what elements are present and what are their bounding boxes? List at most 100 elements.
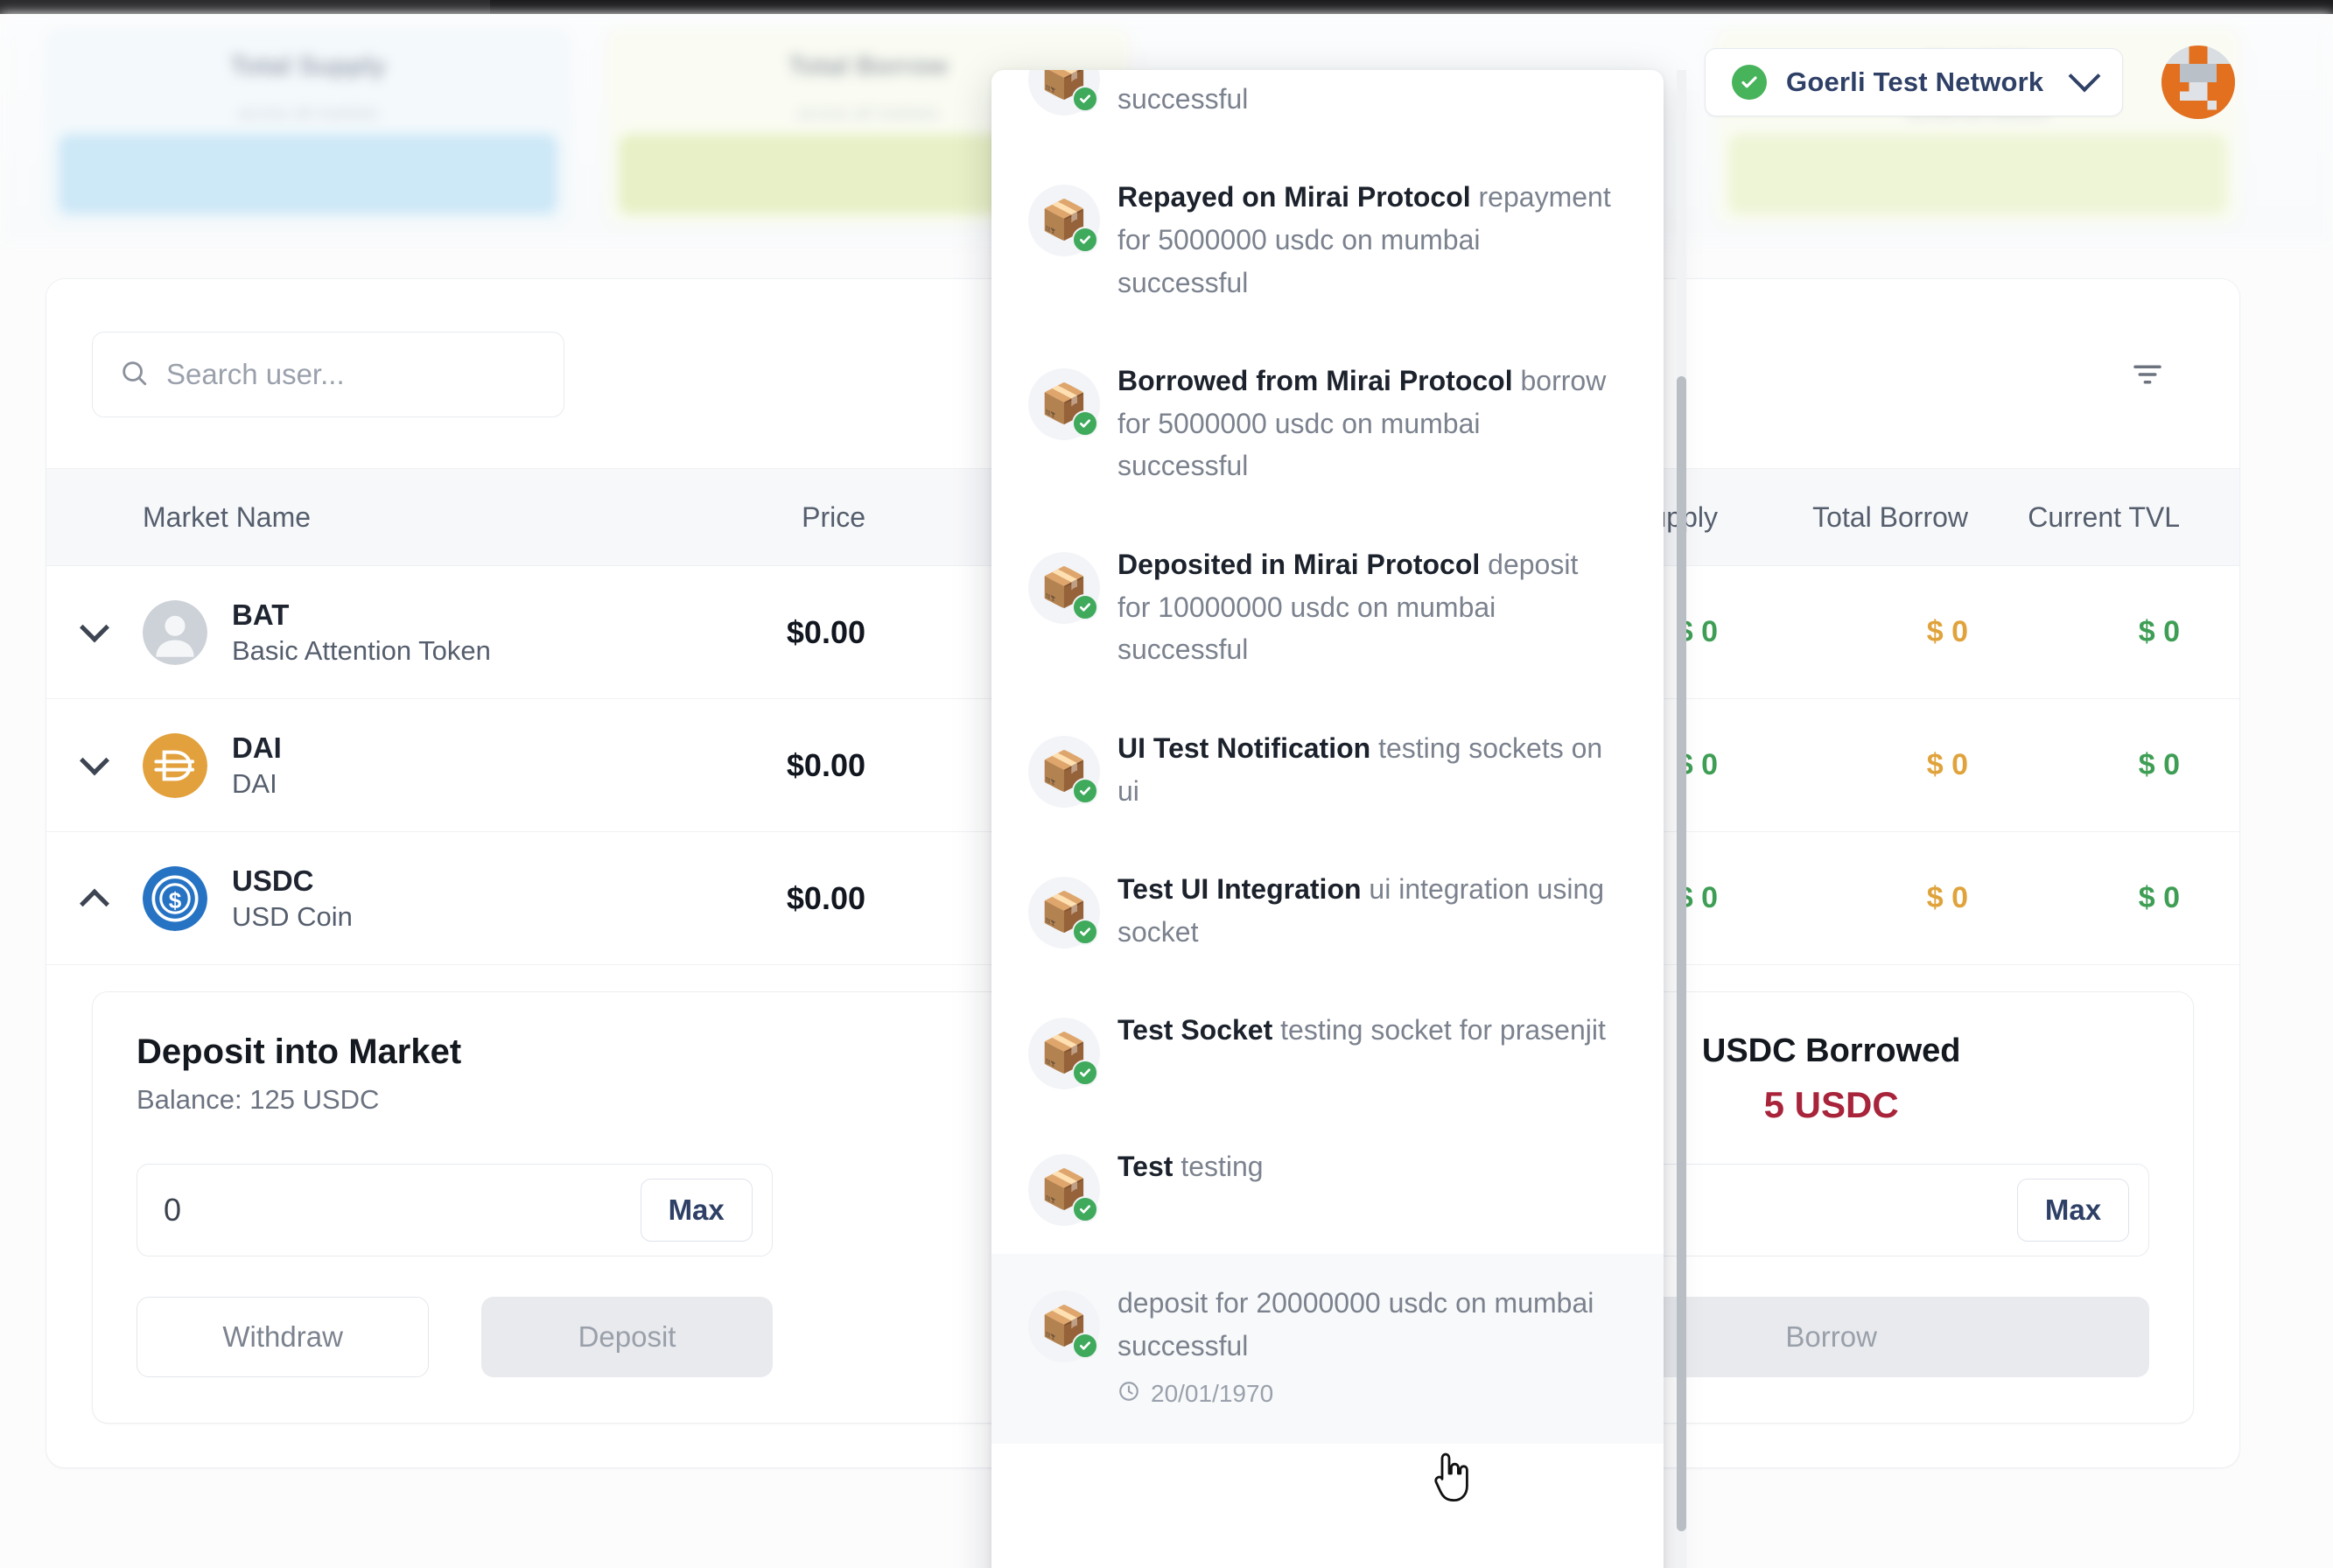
deposit-max-button[interactable]: Max (640, 1179, 753, 1242)
withdraw-button[interactable]: Withdraw (137, 1297, 430, 1377)
network-selector[interactable]: Goerli Test Network (1705, 48, 2123, 116)
notification-timestamp: 20/01/1970 (1151, 1380, 1274, 1408)
market-symbol: USDC (232, 864, 314, 897)
notification-body: Test Socket testing socket for prasenjit (1117, 1009, 1615, 1089)
notifications-dropdown[interactable]: 📦 for 5000000 usdc on mumbai successful … (991, 70, 1664, 1568)
cell-total-borrow: $ 0 (1926, 748, 1968, 781)
market-name: USD Coin (232, 900, 353, 932)
market-cell-dai: DAI DAI (143, 730, 606, 802)
chevron-down-icon (2068, 60, 2101, 93)
notification-title: Test Socket (1117, 1014, 1273, 1046)
row-expand-toggle-bat[interactable] (46, 566, 143, 698)
notification-title: Borrowed from Mirai Protocol (1117, 365, 1513, 397)
hero-card-subtitle: across all markets (237, 104, 379, 123)
user-avatar[interactable] (2161, 46, 2235, 119)
notification-body: deposit for 20000000 usdc on mumbai succ… (1117, 1282, 1615, 1408)
svg-text:$: $ (169, 886, 182, 913)
deposit-header: Deposit into Market Balance: 125 USDC (137, 1032, 773, 1127)
deposit-title-group: Deposit into Market Balance: 125 USDC (137, 1032, 461, 1116)
chevron-down-icon (80, 612, 109, 642)
market-label-group: DAI DAI (232, 730, 282, 802)
search-icon (119, 358, 149, 392)
hero-card-bar (59, 134, 557, 214)
bat-token-icon (143, 599, 207, 665)
deposit-button[interactable]: Deposit (481, 1297, 773, 1377)
notifications-scrollbar-thumb[interactable] (1677, 376, 1686, 1531)
notification-title: UI Test Notification (1117, 732, 1371, 764)
market-cell-bat: BAT Basic Attention Token (143, 597, 606, 668)
borrow-max-button[interactable]: Max (2017, 1179, 2130, 1242)
search-placeholder: Search user... (166, 358, 345, 390)
notification-body: UI Test Notification testing sockets on … (1117, 727, 1615, 812)
cell-price: $0.00 (786, 613, 865, 650)
row-expand-toggle-weth[interactable] (46, 1459, 143, 1467)
notification-item[interactable]: 📦 for 5000000 usdc on mumbai successful (991, 70, 1664, 148)
notification-message: testing (1181, 1151, 1264, 1183)
notification-item[interactable]: 📦 Deposited in Mirai Protocol deposit fo… (991, 515, 1664, 699)
notification-body: for 5000000 usdc on mumbai successful (1117, 70, 1615, 120)
cell-total-borrow: $ 0 (1926, 881, 1968, 914)
chevron-up-icon (80, 888, 109, 919)
check-circle-icon (1732, 65, 1767, 100)
notifications-list: 📦 for 5000000 usdc on mumbai successful … (991, 70, 1664, 1568)
notification-timestamp-group: 20/01/1970 (1117, 1380, 1615, 1409)
notification-title: Deposited in Mirai Protocol (1117, 549, 1481, 580)
notification-title: Test (1117, 1151, 1174, 1183)
notification-message: deposit for 20000000 usdc on mumbai succ… (1117, 1287, 1594, 1362)
market-name: DAI (232, 767, 277, 799)
market-symbol: BAT (232, 598, 290, 631)
notification-body: Test UI Integration ui integration using… (1117, 868, 1615, 953)
deposit-amount-value: 0 (164, 1192, 182, 1228)
notification-body: Test testing (1117, 1145, 1615, 1226)
package-success-icon: 📦 (1028, 1154, 1100, 1227)
cell-price: $0.00 (786, 746, 865, 783)
notification-item[interactable]: 📦 Test UI Integration ui integration usi… (991, 840, 1664, 981)
package-success-icon: 📦 (1028, 185, 1100, 257)
deposit-balance: Balance: 125 USDC (137, 1084, 380, 1115)
deposit-amount-input[interactable]: 0 Max (137, 1164, 773, 1256)
row-expand-toggle-usdc[interactable] (46, 832, 143, 964)
filter-icon[interactable] (2120, 347, 2175, 402)
notification-title: Repayed on Mirai Protocol (1117, 181, 1471, 214)
market-name: Basic Attention Token (232, 634, 491, 666)
cell-current-tvl: $ 0 (2138, 881, 2180, 914)
cell-total-borrow: $ 0 (1926, 615, 1968, 648)
cell-current-tvl: $ 0 (2138, 615, 2180, 648)
clock-icon (1117, 1380, 1140, 1409)
mouse-pointer-icon (1428, 1451, 1474, 1505)
row-expand-toggle-dai[interactable] (46, 699, 143, 831)
notification-item[interactable]: 📦 deposit for 20000000 usdc on mumbai su… (991, 1254, 1664, 1444)
cell-current-tvl: $ 0 (2138, 748, 2180, 781)
browser-top-strip (0, 0, 2333, 14)
app-root: Total Supply across all markets Total Bo… (0, 0, 2333, 1568)
notification-message: for 5000000 usdc on mumbai successful (1117, 70, 1480, 115)
notification-title: Test UI Integration (1117, 873, 1362, 906)
notification-body: Repayed on Mirai Protocol repayment for … (1117, 176, 1615, 304)
package-success-icon: 📦 (1028, 70, 1100, 116)
notification-item[interactable]: 📦 UI Test Notification testing sockets o… (991, 699, 1664, 840)
hero-card-title: Total Supply (230, 52, 386, 80)
notification-item[interactable]: 📦 Borrowed from Mirai Protocol borrow fo… (991, 332, 1664, 515)
header-total-borrow: Total Borrow (1812, 500, 1968, 533)
notification-item[interactable]: 📦 Repayed on Mirai Protocol repayment fo… (991, 148, 1664, 332)
notification-body: Borrowed from Mirai Protocol borrow for … (1117, 360, 1615, 487)
package-success-icon: 📦 (1028, 368, 1100, 441)
notification-body: Deposited in Mirai Protocol deposit for … (1117, 543, 1615, 671)
browser-tab-strip (0, 0, 490, 14)
notification-item[interactable]: 📦 Test testing (991, 1117, 1664, 1254)
network-selector-label: Goerli Test Network (1786, 66, 2044, 97)
deposit-title: Deposit into Market (137, 1032, 462, 1071)
package-success-icon: 📦 (1028, 1018, 1100, 1090)
search-input[interactable]: Search user... (92, 332, 564, 417)
hero-card-total-supply[interactable]: Total Supply across all markets (46, 28, 571, 226)
notification-item[interactable]: 📦 Test Socket testing socket for prasenj… (991, 981, 1664, 1117)
package-success-icon: 📦 (1028, 735, 1100, 808)
cell-price: $0.00 (786, 879, 865, 916)
hero-card-bar (1728, 134, 2227, 214)
package-success-icon: 📦 (1028, 1291, 1100, 1363)
market-label-group: BAT Basic Attention Token (232, 597, 491, 668)
chevron-down-icon (80, 745, 109, 775)
header-market-name: Market Name (143, 500, 312, 533)
market-symbol: DAI (232, 731, 282, 764)
header-price: Price (802, 500, 865, 533)
